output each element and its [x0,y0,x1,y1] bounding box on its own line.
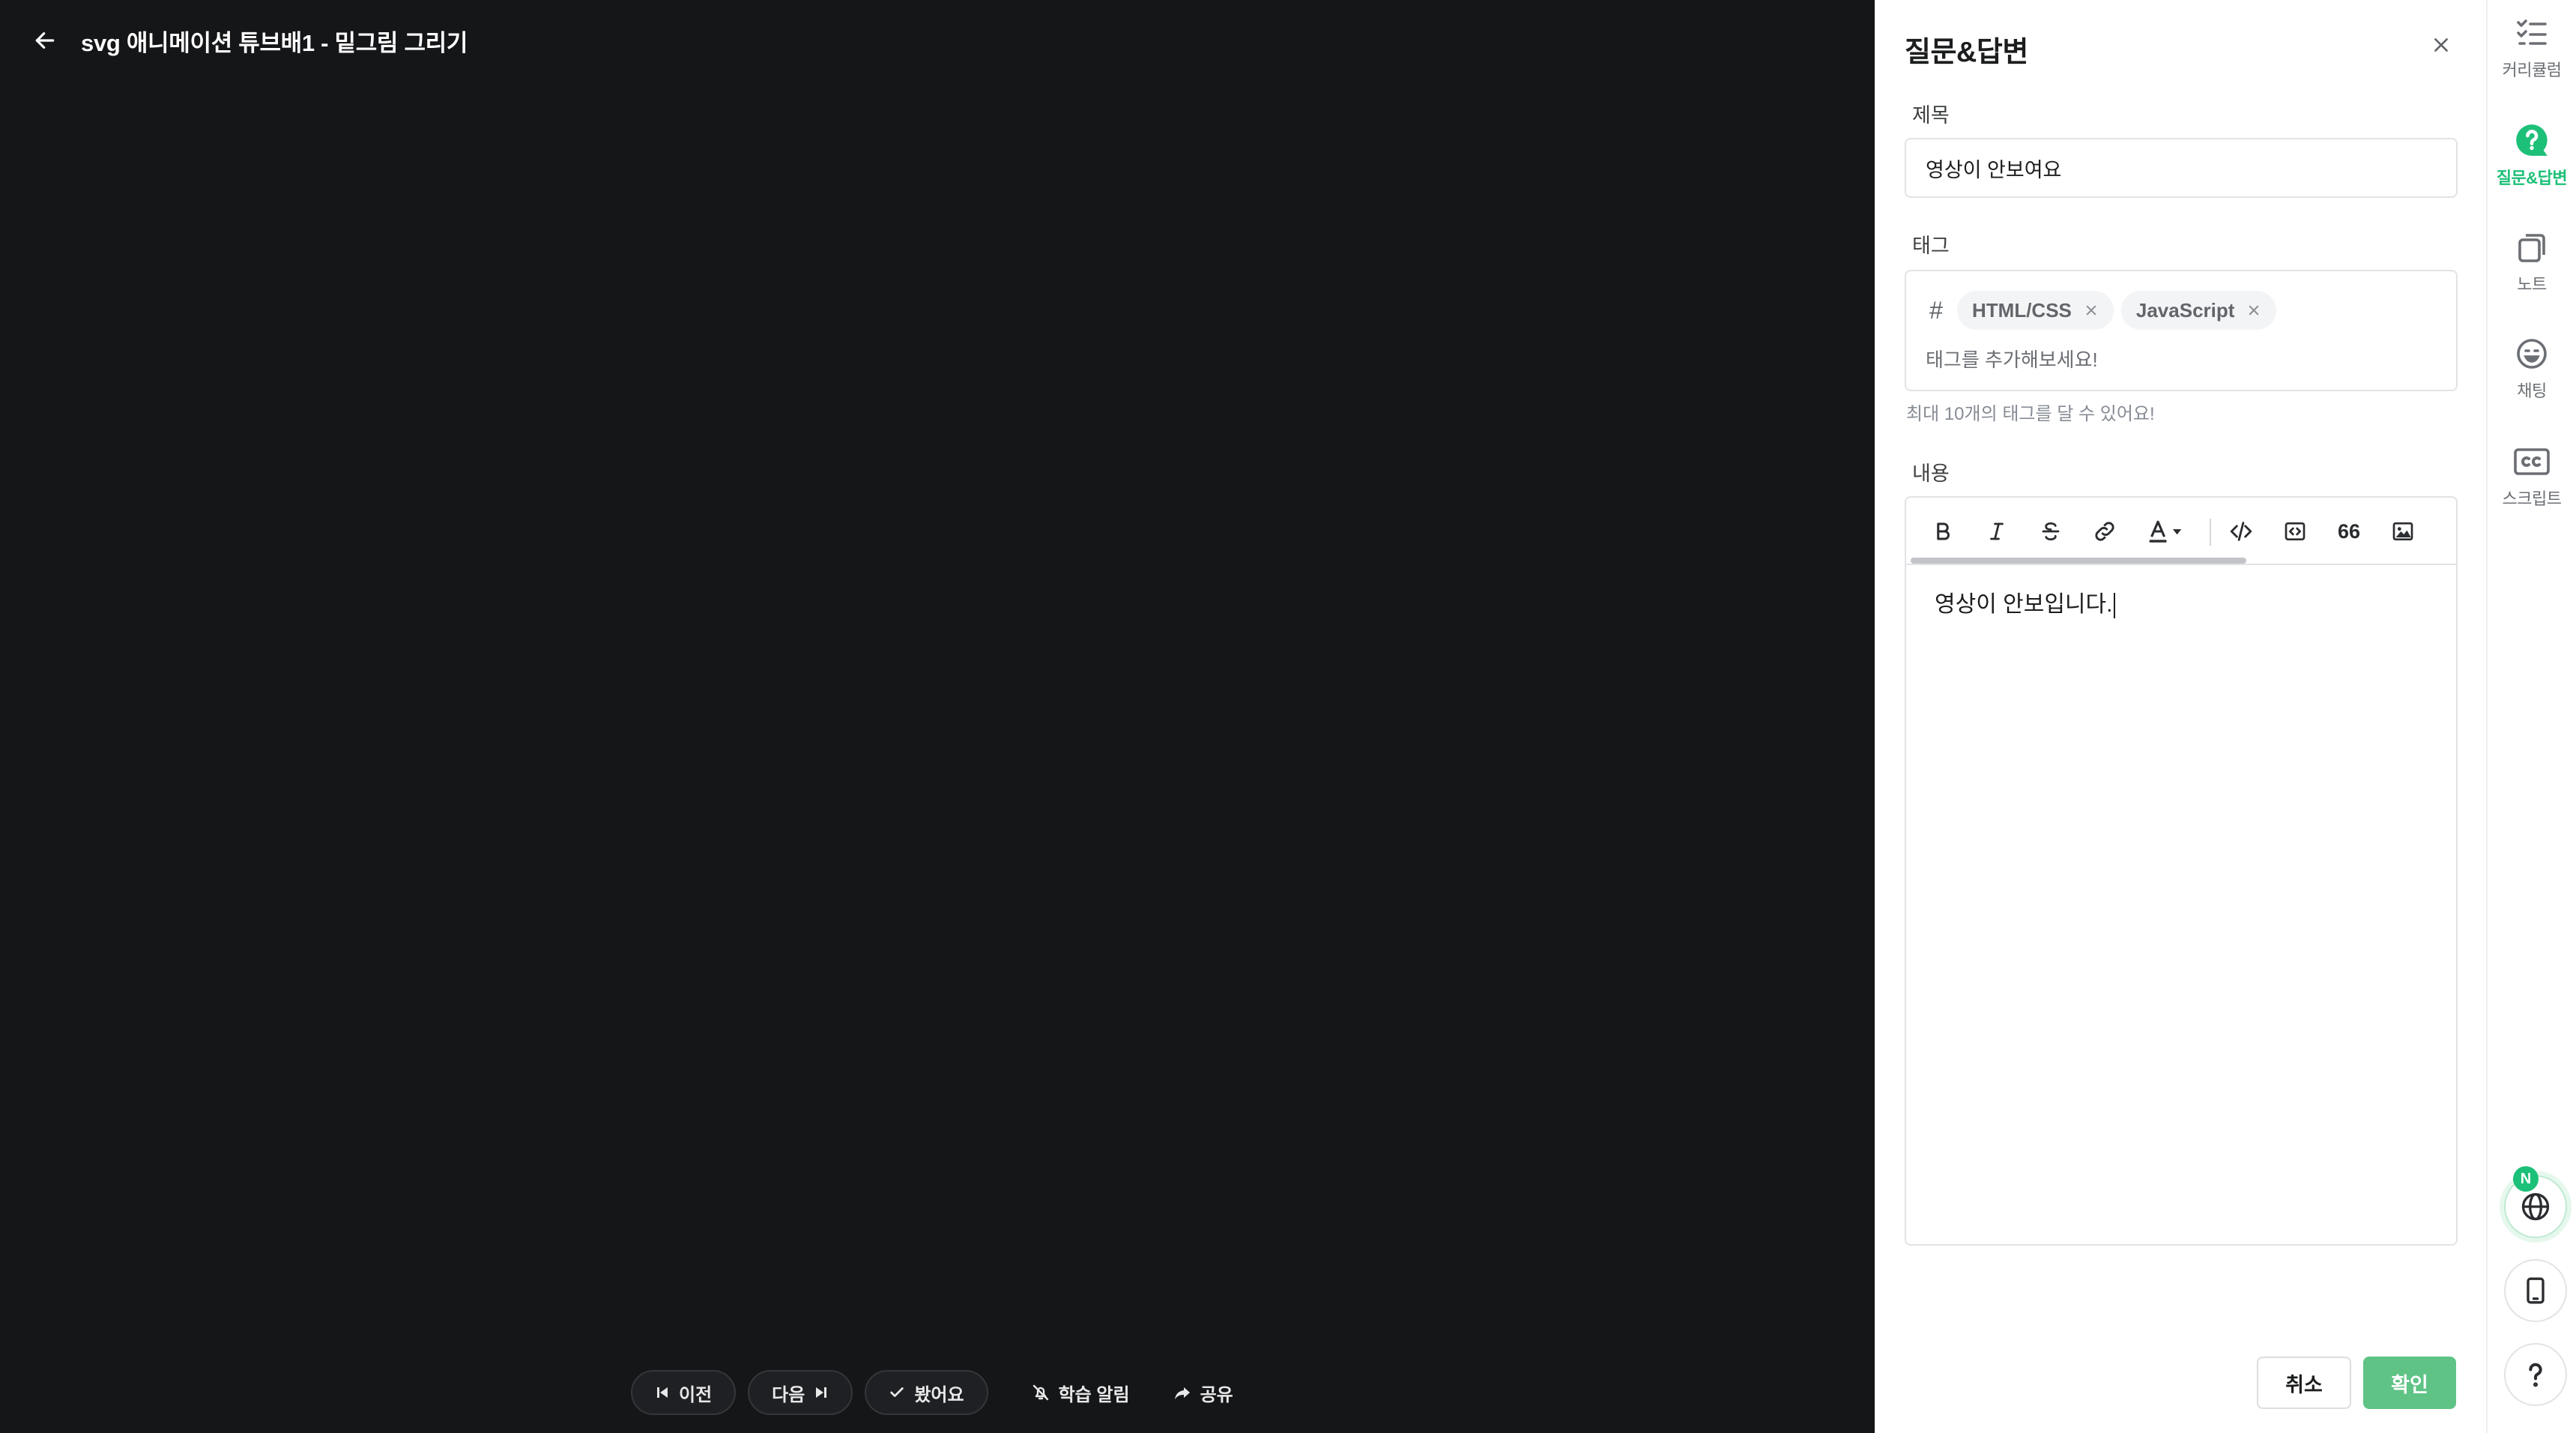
sidebar-item-chat[interactable]: 채팅 [2488,336,2576,402]
image-button[interactable] [2386,514,2420,549]
tag-hint: 최대 10개의 태그를 달 수 있어요! [1906,404,2155,424]
hash-icon: # [1929,296,1943,324]
video-area[interactable]: svg 애니메이션 튜브배1 - 밑그림 그리기 이전 다음 봤어요 학습 알림… [0,0,1875,1433]
code-button[interactable] [2224,514,2258,549]
globe-icon [2521,1192,2550,1221]
video-title: svg 애니메이션 튜브배1 - 밑그림 그리기 [81,29,468,56]
watched-button[interactable]: 봤어요 [865,1370,988,1415]
right-sidebar: 커리큘럼 질문&답변 노트 채팅 스크립트 N [2486,0,2576,1433]
close-icon [2249,305,2259,316]
editor-content[interactable]: 영상이 안보입니다. [1935,589,2429,621]
mobile-icon [2527,1277,2545,1304]
notify-button[interactable]: 학습 알림 [1032,1370,1130,1415]
close-icon [2434,38,2448,52]
image-icon [2392,522,2413,540]
close-icon [2086,305,2096,316]
back-button[interactable] [30,25,60,55]
code-block-icon [2285,522,2306,540]
share-label: 공유 [1200,1384,1233,1405]
strikethrough-button[interactable] [2034,514,2068,549]
share-button[interactable]: 공유 [1173,1370,1233,1415]
link-button[interactable] [2087,514,2122,549]
checklist-icon [2517,19,2547,45]
close-button[interactable] [2426,30,2456,60]
notify-label: 학습 알림 [1058,1384,1130,1405]
link-icon [2095,522,2114,541]
toolbar-divider [2210,519,2211,546]
bold-icon [1937,522,1950,540]
tag-chip: JavaScript [2120,291,2277,330]
editor-text: 영상이 안보입니다. [1935,592,2113,617]
content-editor[interactable]: 66 영상이 안보입니다. [1905,496,2458,1246]
sidebar-item-label: 채팅 [2517,381,2547,400]
language-button[interactable]: N [2504,1166,2567,1238]
sidebar-item-curriculum[interactable]: 커리큘럼 [2488,15,2576,81]
italic-icon [1990,522,2004,540]
copy-icon [2518,234,2545,262]
sidebar-item-label: 노트 [2517,275,2547,294]
prev-label: 이전 [679,1384,713,1405]
tag-field[interactable]: # HTML/CSS JavaScript [1905,270,2458,391]
title-input[interactable] [1905,138,2458,198]
skip-back-icon [657,1387,668,1398]
sidebar-item-label: 스크립트 [2502,489,2562,508]
strikethrough-icon [2042,522,2060,541]
help-button[interactable] [2504,1343,2567,1406]
watched-label: 봤어요 [914,1384,964,1405]
cc-icon [2514,448,2550,475]
cancel-button[interactable]: 취소 [2257,1357,2351,1409]
confirm-button[interactable]: 확인 [2363,1357,2456,1409]
remove-tag-button[interactable] [2245,301,2263,319]
tag-label: 태그 [1912,235,1950,257]
bell-off-icon [1032,1384,1048,1401]
check-icon [890,1387,904,1397]
text-caret [2114,593,2116,619]
sidebar-item-label: 커리큘럼 [2502,61,2562,79]
tag-chip-label: JavaScript [2135,298,2235,322]
italic-button[interactable] [1980,514,2014,549]
tag-chip-label: HTML/CSS [1972,298,2072,322]
toolbar-scrollbar[interactable] [1911,558,2246,564]
question-mark-icon [2529,1363,2542,1387]
tag-input[interactable] [1926,343,2435,376]
new-badge: N [2513,1166,2539,1192]
skip-forward-icon [816,1387,827,1398]
arrow-left-icon [35,32,55,49]
text-color-icon [2149,520,2182,543]
content-label: 내용 [1912,462,1950,485]
panel-title: 질문&답변 [1905,37,2028,68]
smile-icon [2517,339,2547,369]
quote-button[interactable]: 66 [2332,514,2366,549]
sidebar-item-qna[interactable]: 질문&답변 [2488,121,2576,189]
tag-chip: HTML/CSS [1957,291,2114,330]
share-icon [1174,1387,1190,1399]
mobile-button[interactable] [2504,1259,2567,1322]
title-label: 제목 [1912,104,1950,127]
code-block-button[interactable] [2278,514,2312,549]
next-button[interactable]: 다음 [748,1370,853,1415]
sidebar-item-script[interactable]: 스크립트 [2488,444,2576,510]
player-controls: 이전 다음 봤어요 학습 알림 공유 [631,1370,1233,1415]
tag-list: # HTML/CSS JavaScript [1926,291,2277,330]
text-color-button[interactable] [2141,514,2189,549]
prev-button[interactable]: 이전 [631,1370,737,1415]
next-label: 다음 [772,1384,805,1405]
sidebar-item-note[interactable]: 노트 [2488,229,2576,295]
question-icon [2516,124,2548,156]
video-header: svg 애니메이션 튜브배1 - 밑그림 그리기 [30,22,468,58]
editor-toolbar: 66 [1906,498,2456,565]
remove-tag-button[interactable] [2082,301,2100,319]
code-icon [2230,522,2252,541]
qna-panel: 질문&답변 제목 태그 # HTML/CSS JavaScript 최대 10개… [1875,0,2486,1433]
sidebar-item-label: 질문&답변 [2496,169,2568,187]
bold-button[interactable] [1926,514,1960,549]
